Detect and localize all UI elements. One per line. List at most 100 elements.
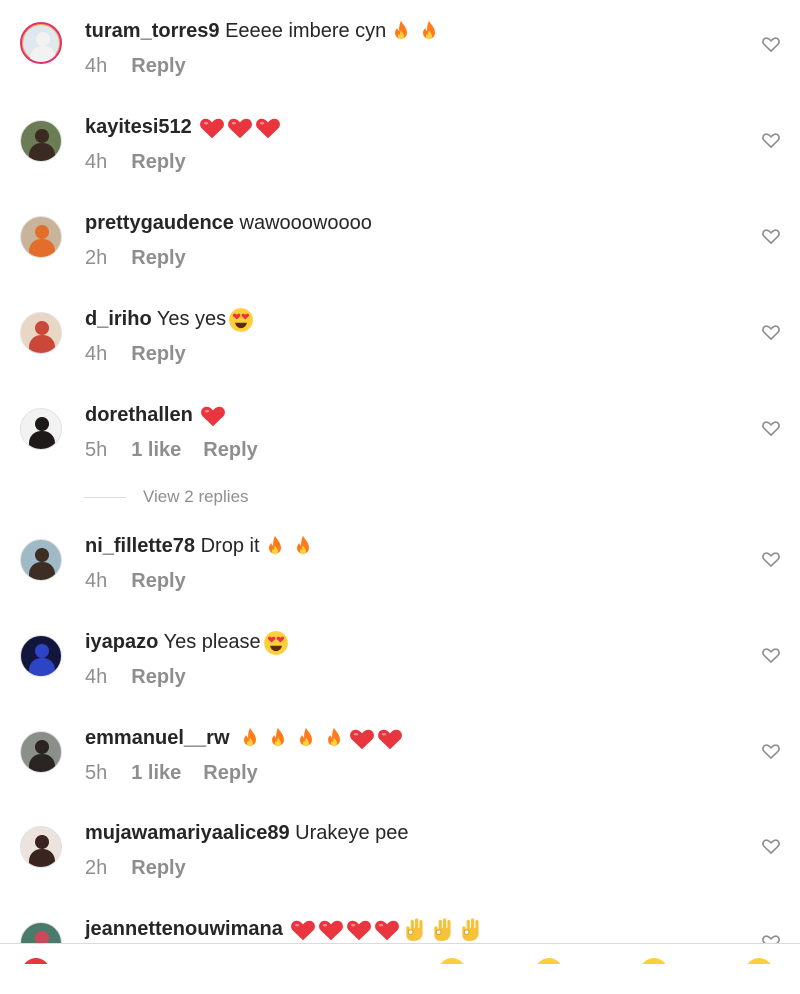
comment-timestamp: 4h <box>85 343 108 365</box>
fire-emoji <box>296 535 309 555</box>
ok-hand-emoji <box>462 918 479 941</box>
comment-text: Yes please <box>163 631 261 653</box>
comment-username[interactable]: d_iriho <box>85 308 152 330</box>
comment-meta: 4h Reply <box>85 343 208 366</box>
comment-username[interactable]: dorethallen <box>85 404 193 426</box>
comment-line: mujawamariyaalice89 Urakeye pee <box>85 820 409 848</box>
quick-heart-emoji[interactable] <box>22 958 50 964</box>
quick-reactions-bar <box>0 943 800 964</box>
red-heart-emoji <box>375 920 400 941</box>
avatar-figure-head <box>35 644 49 658</box>
comment-timestamp: 4h <box>85 570 108 592</box>
comment-emojis <box>388 18 444 45</box>
avatar-figure-head <box>35 225 49 239</box>
comment-username[interactable]: mujawamariyaalice89 <box>85 822 290 844</box>
comment-item: d_iriho Yes yes 4h Reply <box>0 288 800 384</box>
avatar-figure-body <box>29 754 55 772</box>
quick-emoji[interactable] <box>535 958 563 964</box>
heart-eyes-emoji <box>229 308 254 332</box>
like-heart-icon[interactable] <box>761 645 781 665</box>
comment-timestamp: 5h <box>85 439 108 461</box>
comment-line: kayitesi512 <box>85 114 283 142</box>
like-heart-icon[interactable] <box>761 226 781 246</box>
comment-username[interactable]: emmanuel__rw <box>85 727 230 749</box>
avatar[interactable] <box>20 539 62 581</box>
reply-button[interactable]: Reply <box>131 666 185 688</box>
reply-button[interactable]: Reply <box>131 570 185 592</box>
avatar[interactable] <box>20 408 62 450</box>
avatar[interactable] <box>20 22 62 64</box>
comment-meta: 4h Reply <box>85 666 208 689</box>
reply-button[interactable]: Reply <box>131 857 185 879</box>
comment-timestamp: 4h <box>85 666 108 688</box>
avatar[interactable] <box>20 216 62 258</box>
red-heart-emoji <box>228 118 253 139</box>
comment-timestamp: 2h <box>85 247 108 269</box>
reply-button[interactable]: Reply <box>131 247 185 269</box>
comment-like-count[interactable]: 1 like <box>131 439 181 461</box>
comment-emojis <box>200 402 228 429</box>
avatar[interactable] <box>20 312 62 354</box>
comment-emojis <box>290 916 486 943</box>
red-heart-emoji <box>200 118 225 139</box>
comment-item: iyapazo Yes please 4h Reply <box>0 611 800 707</box>
avatar[interactable] <box>20 731 62 773</box>
avatar-figure-body <box>30 46 56 62</box>
avatar-figure-head <box>35 129 49 143</box>
comment-text: Eeeee imbere cyn <box>225 20 387 42</box>
avatar-figure-body <box>29 658 55 676</box>
reply-button[interactable]: Reply <box>203 762 257 784</box>
avatar-figure-body <box>29 143 55 161</box>
like-heart-icon[interactable] <box>761 130 781 150</box>
comment-meta: 2h Reply <box>85 247 208 270</box>
red-heart-emoji <box>291 920 316 941</box>
like-heart-icon[interactable] <box>761 34 781 54</box>
like-heart-icon[interactable] <box>761 836 781 856</box>
comment-item: ni_fillette78 Drop it 4h Reply <box>0 515 800 611</box>
comment-item: kayitesi512 4h Reply <box>0 96 800 192</box>
comment-username[interactable]: prettygaudence <box>85 212 234 234</box>
reply-button[interactable]: Reply <box>131 55 185 77</box>
like-heart-icon[interactable] <box>761 322 781 342</box>
comment-item: emmanuel__rw 5h 1 like Reply <box>0 707 800 803</box>
comment-line: prettygaudence wawooowoooo <box>85 210 372 238</box>
quick-emoji[interactable] <box>640 958 668 964</box>
ok-hand-emoji <box>434 918 451 941</box>
fire-emoji <box>244 727 257 747</box>
view-replies-label: View 2 replies <box>143 487 249 506</box>
quick-emoji[interactable] <box>745 958 773 964</box>
comment-username[interactable]: kayitesi512 <box>85 116 192 138</box>
like-heart-icon[interactable] <box>761 741 781 761</box>
comment-timestamp: 4h <box>85 55 108 77</box>
reply-button[interactable]: Reply <box>131 343 185 365</box>
comment-username[interactable]: iyapazo <box>85 631 158 653</box>
comment-text: Urakeye pee <box>295 822 409 844</box>
reply-button[interactable]: Reply <box>203 439 257 461</box>
comment-item: turam_torres9 Eeeee imbere cyn 4h Reply <box>0 0 800 96</box>
comment-like-count[interactable]: 1 like <box>131 762 181 784</box>
comment-emojis <box>199 114 283 141</box>
avatar-figure-head <box>35 548 49 562</box>
avatar-figure-head <box>35 835 49 849</box>
comment-emojis <box>228 306 256 333</box>
reply-button[interactable]: Reply <box>131 151 185 173</box>
comment-username[interactable]: jeannettenouwimana <box>85 918 283 940</box>
comment-meta: 5h 1 like Reply <box>85 439 280 462</box>
avatar-figure-head <box>35 321 49 335</box>
red-heart-emoji <box>319 920 344 941</box>
quick-emoji[interactable] <box>438 958 466 964</box>
like-heart-icon[interactable] <box>761 549 781 569</box>
avatar[interactable] <box>20 635 62 677</box>
comment-line: d_iriho Yes yes <box>85 306 256 334</box>
avatar[interactable] <box>20 826 62 868</box>
comment-username[interactable]: ni_fillette78 <box>85 535 195 557</box>
avatar-figure-body <box>29 849 55 867</box>
comment-username[interactable]: turam_torres9 <box>85 20 220 42</box>
red-heart-emoji <box>256 118 281 139</box>
comment-text: Drop it <box>200 535 260 557</box>
fire-emoji <box>395 20 408 40</box>
comment-item: mujawamariyaalice89 Urakeye pee 2h Reply <box>0 802 800 898</box>
avatar[interactable] <box>20 120 62 162</box>
comment-text: Yes yes <box>156 308 227 330</box>
like-heart-icon[interactable] <box>761 418 781 438</box>
